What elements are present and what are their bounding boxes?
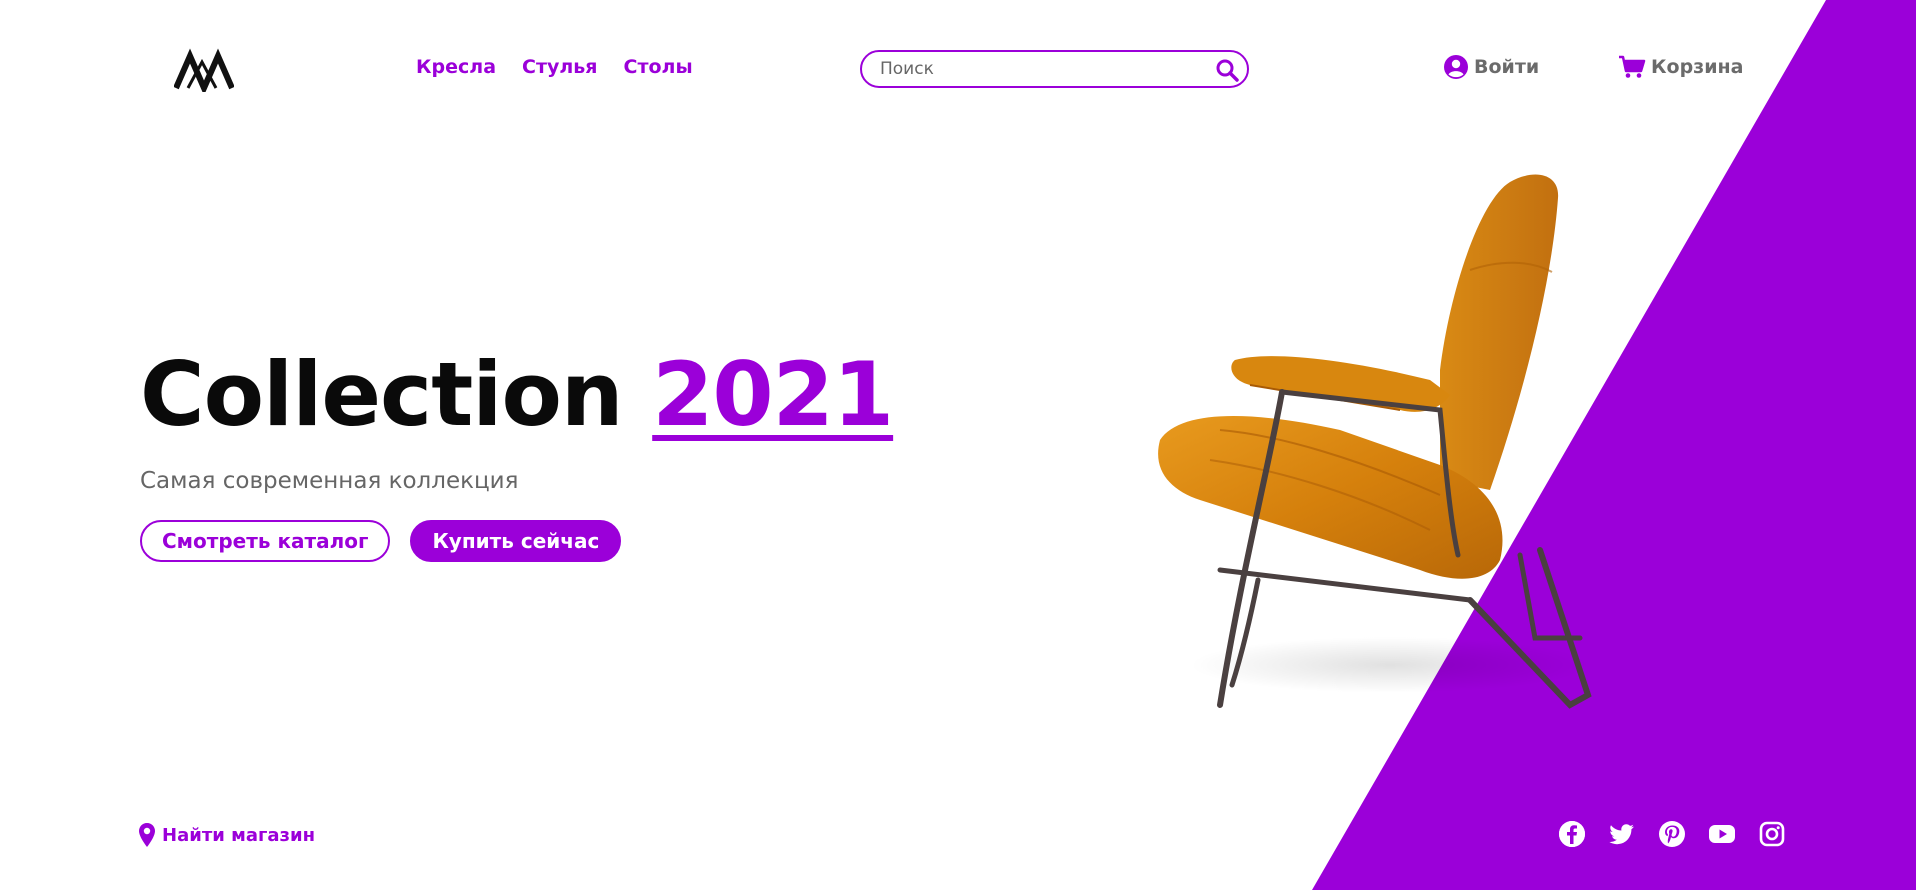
search-icon[interactable] bbox=[1215, 58, 1239, 82]
hero-section: Collection 2021 Самая современная коллек… bbox=[140, 340, 894, 562]
login-button[interactable]: Войти bbox=[1444, 55, 1539, 79]
hero-title-text: Collection bbox=[140, 343, 624, 446]
brand-logo[interactable] bbox=[174, 48, 234, 92]
find-store-link[interactable]: Найти магазин bbox=[138, 822, 315, 848]
cart-label: Корзина bbox=[1651, 56, 1744, 78]
nav-link-tables[interactable]: Столы bbox=[624, 56, 693, 78]
nav-link-chairs[interactable]: Стулья bbox=[522, 56, 597, 78]
search-input[interactable] bbox=[880, 59, 1220, 79]
facebook-icon[interactable] bbox=[1558, 820, 1586, 848]
instagram-icon[interactable] bbox=[1758, 820, 1786, 848]
cart-button[interactable]: Корзина bbox=[1618, 55, 1744, 79]
cart-icon bbox=[1619, 55, 1646, 78]
site-header: Кресла Стулья Столы Войти Корзина bbox=[0, 0, 1916, 140]
hero-title: Collection 2021 bbox=[140, 340, 894, 450]
map-pin-icon bbox=[139, 823, 155, 847]
hero-buttons: Смотреть каталог Купить сейчас bbox=[140, 520, 893, 562]
nav-link-armchairs[interactable]: Кресла bbox=[416, 56, 496, 78]
search-box bbox=[860, 50, 1249, 88]
buy-now-button[interactable]: Купить сейчас bbox=[410, 520, 622, 562]
twitter-icon[interactable] bbox=[1608, 820, 1636, 848]
armchair-image bbox=[1158, 174, 1592, 709]
youtube-icon[interactable] bbox=[1708, 820, 1736, 848]
login-label: Войти bbox=[1474, 56, 1540, 78]
pinterest-icon[interactable] bbox=[1658, 820, 1686, 848]
hero-subtitle: Самая современная коллекция bbox=[140, 468, 519, 494]
find-store-label: Найти магазин bbox=[162, 824, 316, 846]
user-circle-icon bbox=[1444, 55, 1468, 79]
hero-year: 2021 bbox=[652, 343, 894, 446]
main-nav: Кресла Стулья Столы bbox=[416, 56, 693, 78]
view-catalog-button[interactable]: Смотреть каталог bbox=[140, 520, 391, 562]
social-links bbox=[1558, 820, 1786, 848]
